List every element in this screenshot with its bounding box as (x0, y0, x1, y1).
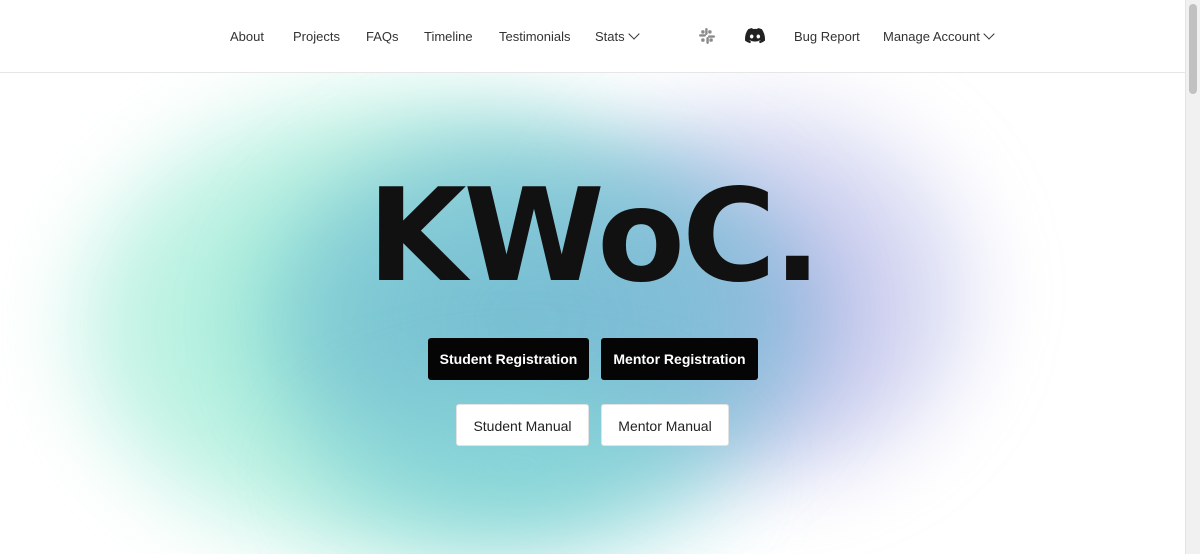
nav-bug-report[interactable]: Bug Report (794, 28, 860, 46)
nav-projects[interactable]: Projects (293, 28, 340, 46)
nav-faqs[interactable]: FAQs (366, 28, 399, 46)
nav-timeline[interactable]: Timeline (424, 28, 473, 46)
nav-manage-account-dropdown[interactable]: Manage Account (883, 28, 995, 46)
nav-stats-dropdown[interactable]: Stats (595, 28, 640, 46)
scrollbar-thumb[interactable] (1189, 4, 1197, 94)
mentor-registration-button[interactable]: Mentor Registration (601, 338, 758, 380)
nav-manage-account-label: Manage Account (883, 29, 980, 44)
nav-testimonials[interactable]: Testimonials (499, 28, 571, 46)
discord-icon[interactable] (745, 27, 765, 47)
chevron-down-icon (983, 28, 995, 40)
mentor-manual-button[interactable]: Mentor Manual (601, 404, 729, 446)
hero-title: KWoC. (367, 162, 821, 311)
page: About Projects FAQs Timeline Testimonial… (0, 0, 1200, 554)
nav-about[interactable]: About (230, 28, 264, 46)
vertical-scrollbar[interactable] (1185, 0, 1200, 554)
chevron-down-icon (627, 28, 640, 40)
slack-icon[interactable] (698, 27, 718, 47)
top-navbar: About Projects FAQs Timeline Testimonial… (0, 0, 1186, 73)
student-registration-button[interactable]: Student Registration (428, 338, 589, 380)
nav-stats-label: Stats (595, 29, 625, 44)
student-manual-button[interactable]: Student Manual (456, 404, 589, 446)
